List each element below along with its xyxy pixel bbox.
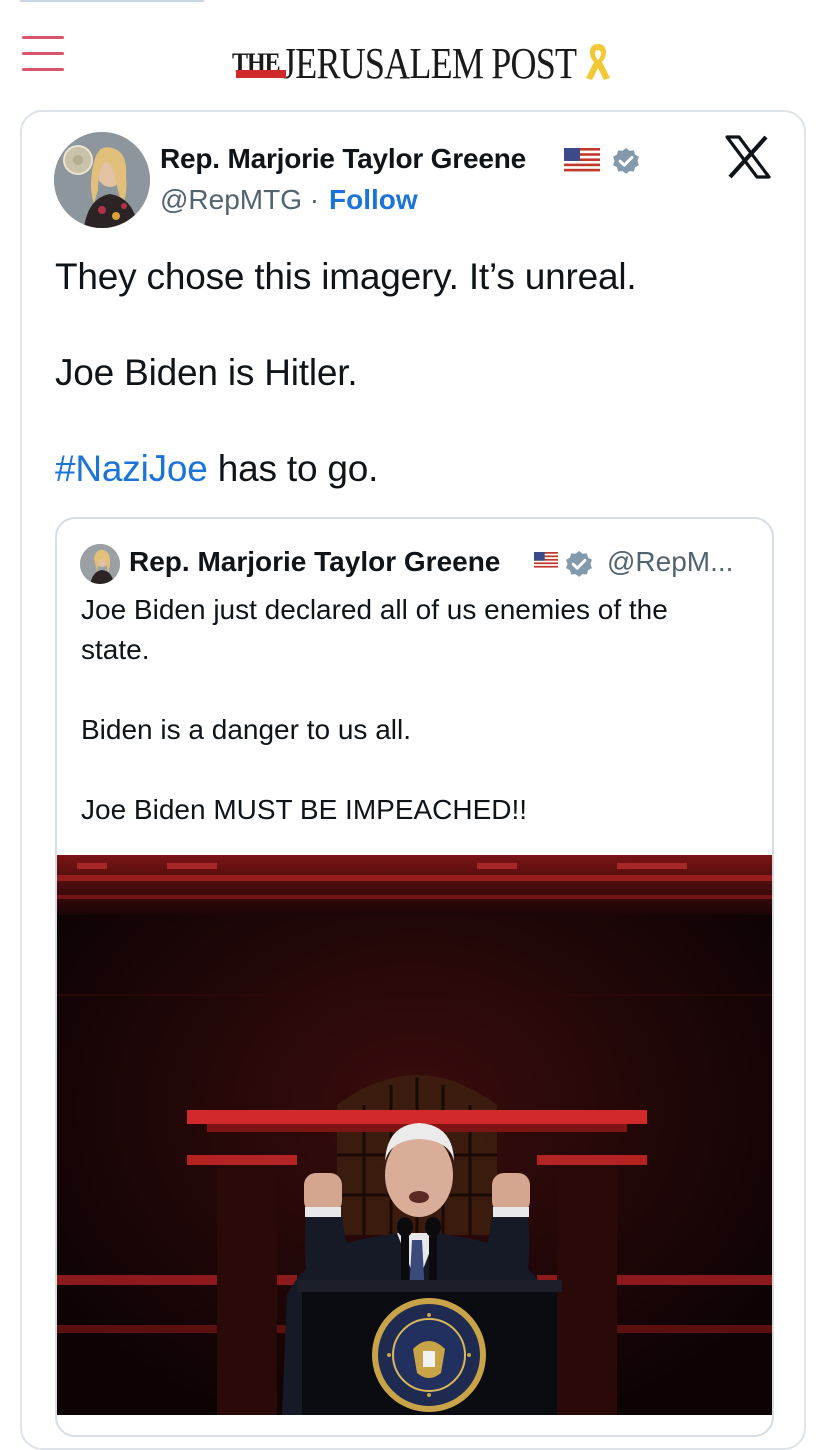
- quoted-author-handle[interactable]: @RepM...: [607, 546, 733, 578]
- site-header: THE JERUSALEM POST: [0, 0, 828, 116]
- quoted-author-name[interactable]: Rep. Marjorie Taylor Greene: [129, 546, 500, 578]
- verified-badge-icon: [613, 148, 639, 174]
- us-flag-icon: [534, 552, 558, 568]
- quoted-line-1: Joe Biden just declared all of us enemie…: [81, 594, 668, 625]
- yellow-ribbon-icon: [586, 44, 610, 80]
- author-avatar[interactable]: [54, 132, 150, 228]
- us-flag-icon: [564, 148, 600, 172]
- follow-button[interactable]: Follow: [329, 184, 418, 216]
- progress-indicator: [20, 0, 204, 2]
- author-handle[interactable]: @RepMTG ·: [160, 184, 319, 216]
- tweet-line-1: They chose this imagery. It’s unreal.: [55, 256, 637, 297]
- author-name[interactable]: Rep. Marjorie Taylor Greene: [160, 143, 526, 175]
- handle-text: @RepMTG: [160, 184, 302, 215]
- verified-badge-icon: [566, 551, 592, 577]
- handle-separator: ·: [309, 184, 320, 215]
- logo-the: THE: [232, 48, 281, 79]
- hamburger-menu-icon[interactable]: [22, 36, 64, 72]
- x-logo-icon[interactable]: [725, 135, 771, 179]
- quoted-tweet-photo[interactable]: [57, 855, 772, 1415]
- tweet-line-3: #NaziJoe has to go.: [55, 448, 378, 490]
- quoted-author-avatar[interactable]: [80, 544, 120, 584]
- logo-red-bar: [236, 70, 286, 78]
- site-logo[interactable]: THE JERUSALEM POST: [232, 36, 641, 86]
- quoted-line-2: state.: [81, 634, 150, 665]
- logo-wordmark: JERUSALEM POST: [281, 39, 577, 88]
- tweet-line-2: Joe Biden is Hitler.: [55, 352, 358, 393]
- hashtag-link[interactable]: #NaziJoe: [55, 448, 208, 489]
- quoted-line-3: Biden is a danger to us all.: [81, 714, 411, 745]
- tweet-line-3-tail: has to go.: [207, 448, 379, 489]
- quoted-line-4: Joe Biden MUST BE IMPEACHED!!: [81, 794, 528, 825]
